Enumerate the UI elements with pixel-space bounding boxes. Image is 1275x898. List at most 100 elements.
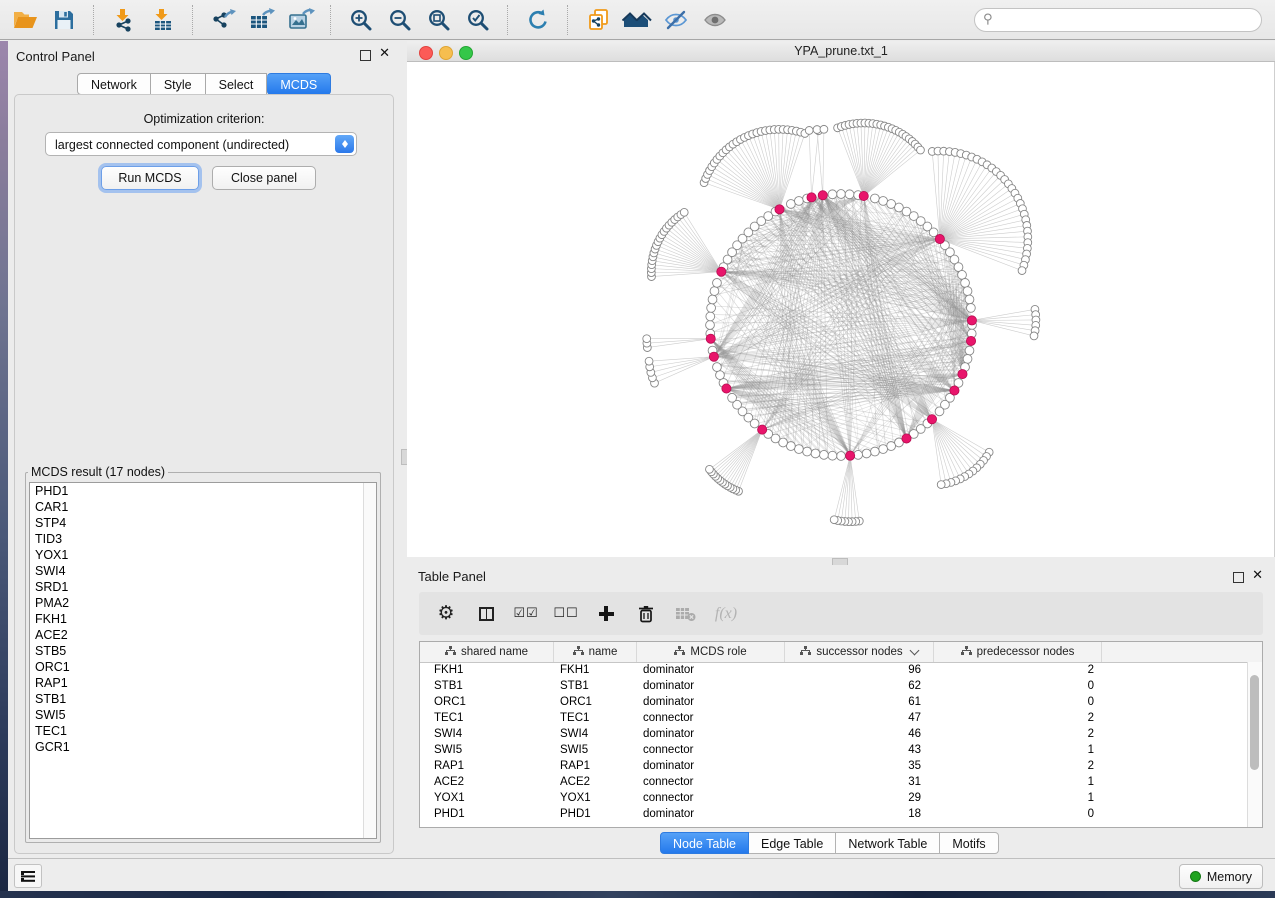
ring-node[interactable]: [794, 445, 803, 454]
search-input[interactable]: [998, 12, 1261, 28]
ring-node[interactable]: [871, 447, 880, 456]
mcds-result-item[interactable]: CAR1: [30, 499, 376, 515]
ring-node[interactable]: [879, 197, 888, 206]
ring-node[interactable]: [707, 304, 716, 313]
column-header-name[interactable]: name: [554, 642, 637, 662]
ring-node[interactable]: [887, 442, 896, 451]
mcds-hub-node[interactable]: [950, 386, 959, 395]
zoom-selected-icon[interactable]: [463, 6, 493, 34]
table-row[interactable]: SWI4SWI4dominator462: [420, 726, 1248, 742]
leaf-node[interactable]: [680, 208, 688, 216]
ring-node[interactable]: [811, 449, 820, 458]
export-network-icon[interactable]: [208, 6, 238, 34]
scrollbar-thumb[interactable]: [1250, 675, 1259, 770]
float-table-panel-icon[interactable]: [1233, 572, 1244, 583]
deselect-all-icon[interactable]: ☐☐: [553, 601, 579, 627]
delete-column-icon[interactable]: [633, 601, 659, 627]
tab-network[interactable]: Network: [77, 73, 151, 95]
mcds-hub-node[interactable]: [967, 316, 976, 325]
ring-node[interactable]: [963, 355, 972, 364]
zoom-fit-icon[interactable]: [424, 6, 454, 34]
criterion-select[interactable]: largest connected component (undirected): [45, 132, 357, 156]
ring-node[interactable]: [786, 200, 795, 209]
table-row[interactable]: PHD1PHD1dominator180: [420, 806, 1248, 822]
mcds-hub-node[interactable]: [958, 369, 967, 378]
settings-gear-icon[interactable]: ⚙: [433, 601, 459, 627]
first-neighbors-icon[interactable]: [622, 6, 652, 34]
import-table-icon[interactable]: [148, 6, 178, 34]
tab-node-table[interactable]: Node Table: [660, 832, 749, 854]
horizontal-splitter[interactable]: [407, 557, 1275, 565]
show-all-icon[interactable]: [700, 6, 730, 34]
ring-node[interactable]: [828, 190, 837, 199]
ring-node[interactable]: [871, 194, 880, 203]
close-panel-button[interactable]: Close panel: [212, 166, 316, 190]
mcds-hub-node[interactable]: [966, 336, 975, 345]
leaf-node[interactable]: [645, 357, 653, 365]
mcds-hub-node[interactable]: [722, 384, 731, 393]
ring-node[interactable]: [837, 452, 846, 461]
mcds-list-scrollbar[interactable]: [363, 483, 376, 838]
leaf-node[interactable]: [917, 146, 925, 154]
ring-node[interactable]: [706, 312, 715, 321]
column-header-successor-nodes[interactable]: successor nodes: [785, 642, 934, 662]
task-history-button[interactable]: [14, 864, 42, 888]
ring-node[interactable]: [708, 295, 717, 304]
network-view[interactable]: [407, 62, 1275, 557]
memory-button[interactable]: Memory: [1179, 864, 1263, 889]
ring-node[interactable]: [958, 270, 967, 279]
mcds-hub-node[interactable]: [927, 415, 936, 424]
ring-node[interactable]: [794, 197, 803, 206]
mcds-hub-node[interactable]: [758, 425, 767, 434]
run-mcds-button[interactable]: Run MCDS: [101, 166, 199, 190]
tab-style[interactable]: Style: [151, 73, 206, 95]
leaf-node[interactable]: [1030, 332, 1038, 340]
show-columns-icon[interactable]: [473, 601, 499, 627]
leaf-node[interactable]: [1018, 267, 1026, 275]
ring-node[interactable]: [845, 190, 854, 199]
ring-node[interactable]: [710, 287, 719, 296]
mcds-result-item[interactable]: ORC1: [30, 659, 376, 675]
ring-node[interactable]: [713, 363, 722, 372]
mcds-hub-node[interactable]: [807, 193, 816, 202]
mcds-hub-node[interactable]: [717, 267, 726, 276]
mcds-result-item[interactable]: SWI4: [30, 563, 376, 579]
add-column-icon[interactable]: [593, 601, 619, 627]
tab-edge-table[interactable]: Edge Table: [749, 832, 836, 854]
tab-network-table[interactable]: Network Table: [836, 832, 940, 854]
table-row[interactable]: ORC1ORC1dominator610: [420, 694, 1248, 710]
ring-node[interactable]: [879, 445, 888, 454]
mcds-hub-node[interactable]: [818, 191, 827, 200]
mcds-result-list[interactable]: PHD1CAR1STP4TID3YOX1SWI4SRD1PMA2FKH1ACE2…: [29, 482, 377, 839]
mcds-hub-node[interactable]: [706, 334, 715, 343]
mcds-result-item[interactable]: GCR1: [30, 739, 376, 755]
ring-node[interactable]: [713, 278, 722, 287]
table-row[interactable]: SWI5SWI5connector431: [420, 742, 1248, 758]
ring-node[interactable]: [706, 321, 715, 330]
zoom-out-icon[interactable]: [385, 6, 415, 34]
mcds-result-item[interactable]: PMA2: [30, 595, 376, 611]
close-table-panel-icon[interactable]: ✕: [1252, 568, 1263, 583]
mcds-result-item[interactable]: TEC1: [30, 723, 376, 739]
ring-node[interactable]: [965, 346, 974, 355]
table-row[interactable]: ACE2ACE2connector311: [420, 774, 1248, 790]
ring-node[interactable]: [963, 287, 972, 296]
mcds-result-item[interactable]: SWI5: [30, 707, 376, 723]
ring-node[interactable]: [837, 190, 846, 199]
leaf-node[interactable]: [643, 335, 651, 343]
leaf-node[interactable]: [937, 481, 945, 489]
open-folder-icon[interactable]: [10, 6, 40, 34]
mcds-result-item[interactable]: TID3: [30, 531, 376, 547]
mcds-hub-node[interactable]: [859, 191, 868, 200]
table-row[interactable]: YOX1YOX1connector291: [420, 790, 1248, 806]
tab-mcds[interactable]: MCDS: [267, 73, 331, 95]
mcds-result-item[interactable]: FKH1: [30, 611, 376, 627]
column-header-MCDS-role[interactable]: MCDS role: [637, 642, 785, 662]
zoom-in-icon[interactable]: [346, 6, 376, 34]
table-row[interactable]: TEC1TEC1connector472: [420, 710, 1248, 726]
hide-selected-icon[interactable]: [661, 6, 691, 34]
mcds-result-item[interactable]: STB1: [30, 691, 376, 707]
mcds-result-item[interactable]: RAP1: [30, 675, 376, 691]
mcds-hub-node[interactable]: [935, 234, 944, 243]
save-icon[interactable]: [49, 6, 79, 34]
